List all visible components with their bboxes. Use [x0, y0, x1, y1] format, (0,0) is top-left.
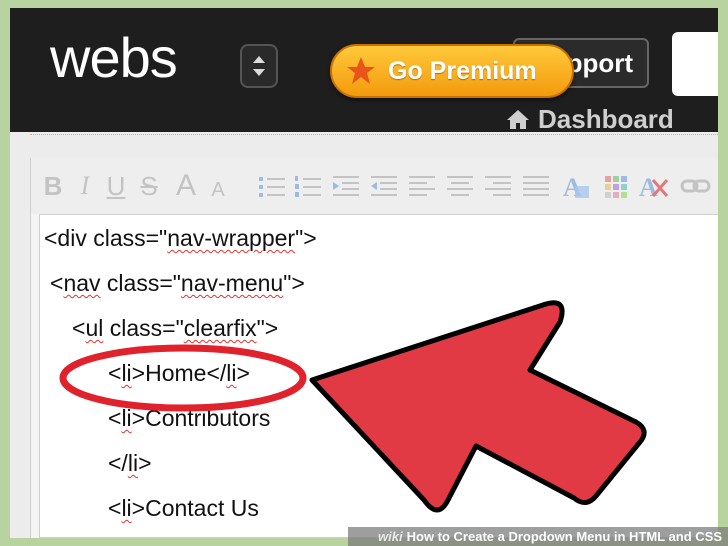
link-button[interactable]: [679, 170, 713, 202]
link-icon: [680, 179, 711, 193]
text-color-icon: A: [563, 173, 589, 202]
align-right-button[interactable]: [483, 170, 513, 202]
code-line: </li>: [108, 450, 152, 476]
align-right-icon: [485, 176, 511, 196]
dashboard-label: Dashboard: [538, 104, 674, 134]
code-line-home: <li>Home</li>: [108, 360, 250, 386]
outdent-icon: [371, 176, 397, 196]
numbered-list-icon: [295, 176, 321, 197]
bold-button[interactable]: B: [41, 170, 65, 202]
home-icon: [507, 110, 529, 129]
italic-button[interactable]: I: [75, 170, 95, 202]
html-code-textarea[interactable]: <div class="nav-wrapper"> <nav class="na…: [39, 214, 718, 538]
html-editor: B I U S A A A A <div class="nav-wrapper"…: [30, 158, 718, 538]
site-switcher-button[interactable]: [240, 44, 278, 88]
color-grid-button[interactable]: [601, 170, 631, 202]
align-left-button[interactable]: [407, 170, 437, 202]
align-left-icon: [409, 176, 435, 196]
bulleted-list-button[interactable]: [257, 170, 287, 202]
bulleted-list-icon: [259, 177, 285, 197]
font-size-decrease-button[interactable]: A: [207, 170, 229, 206]
remove-format-button[interactable]: A: [637, 170, 671, 202]
text-color-button[interactable]: A: [561, 170, 595, 202]
strikethrough-button[interactable]: S: [137, 170, 161, 202]
go-premium-button[interactable]: Go Premium: [330, 44, 574, 98]
align-center-icon: [447, 176, 473, 196]
site-header: webs pport Go Premium Dashboard: [10, 8, 718, 134]
up-down-arrows-icon: [253, 56, 265, 76]
dashboard-link[interactable]: Dashboard: [506, 104, 674, 134]
indent-button[interactable]: [331, 170, 361, 202]
outdent-button[interactable]: [369, 170, 399, 202]
numbered-list-button[interactable]: [293, 170, 323, 202]
code-line: <li>Contributors: [108, 405, 271, 431]
justify-button[interactable]: [521, 170, 551, 202]
code-line: <li>Contact Us: [108, 495, 259, 521]
editor-toolbar: B I U S A A A A: [31, 158, 718, 214]
webs-logo[interactable]: webs: [50, 26, 178, 90]
code-line: <div class="nav-wrapper">: [44, 225, 317, 251]
code-line: <ul class="clearfix">: [72, 315, 279, 341]
wikihow-caption-bar: wiki How to Create a Dropdown Menu in HTM…: [348, 527, 728, 546]
justify-icon: [523, 176, 549, 196]
search-input[interactable]: [672, 32, 718, 96]
remove-format-icon: A: [639, 173, 669, 202]
indent-icon: [333, 176, 359, 196]
caption-text: How to Create a Dropdown Menu in HTML an…: [406, 529, 722, 544]
underline-button[interactable]: U: [105, 170, 127, 202]
go-premium-label: Go Premium: [388, 57, 537, 85]
wiki-logo-text: wiki: [378, 529, 403, 544]
screenshot-frame: webs pport Go Premium Dashboard B I U S …: [10, 8, 718, 538]
font-size-increase-button[interactable]: A: [171, 170, 201, 202]
svg-text:A: A: [639, 173, 658, 202]
align-center-button[interactable]: [445, 170, 475, 202]
code-line: <nav class="nav-menu">: [50, 270, 305, 296]
color-grid-icon: [605, 176, 627, 198]
dotted-divider: [30, 134, 718, 135]
star-icon: [347, 57, 375, 84]
